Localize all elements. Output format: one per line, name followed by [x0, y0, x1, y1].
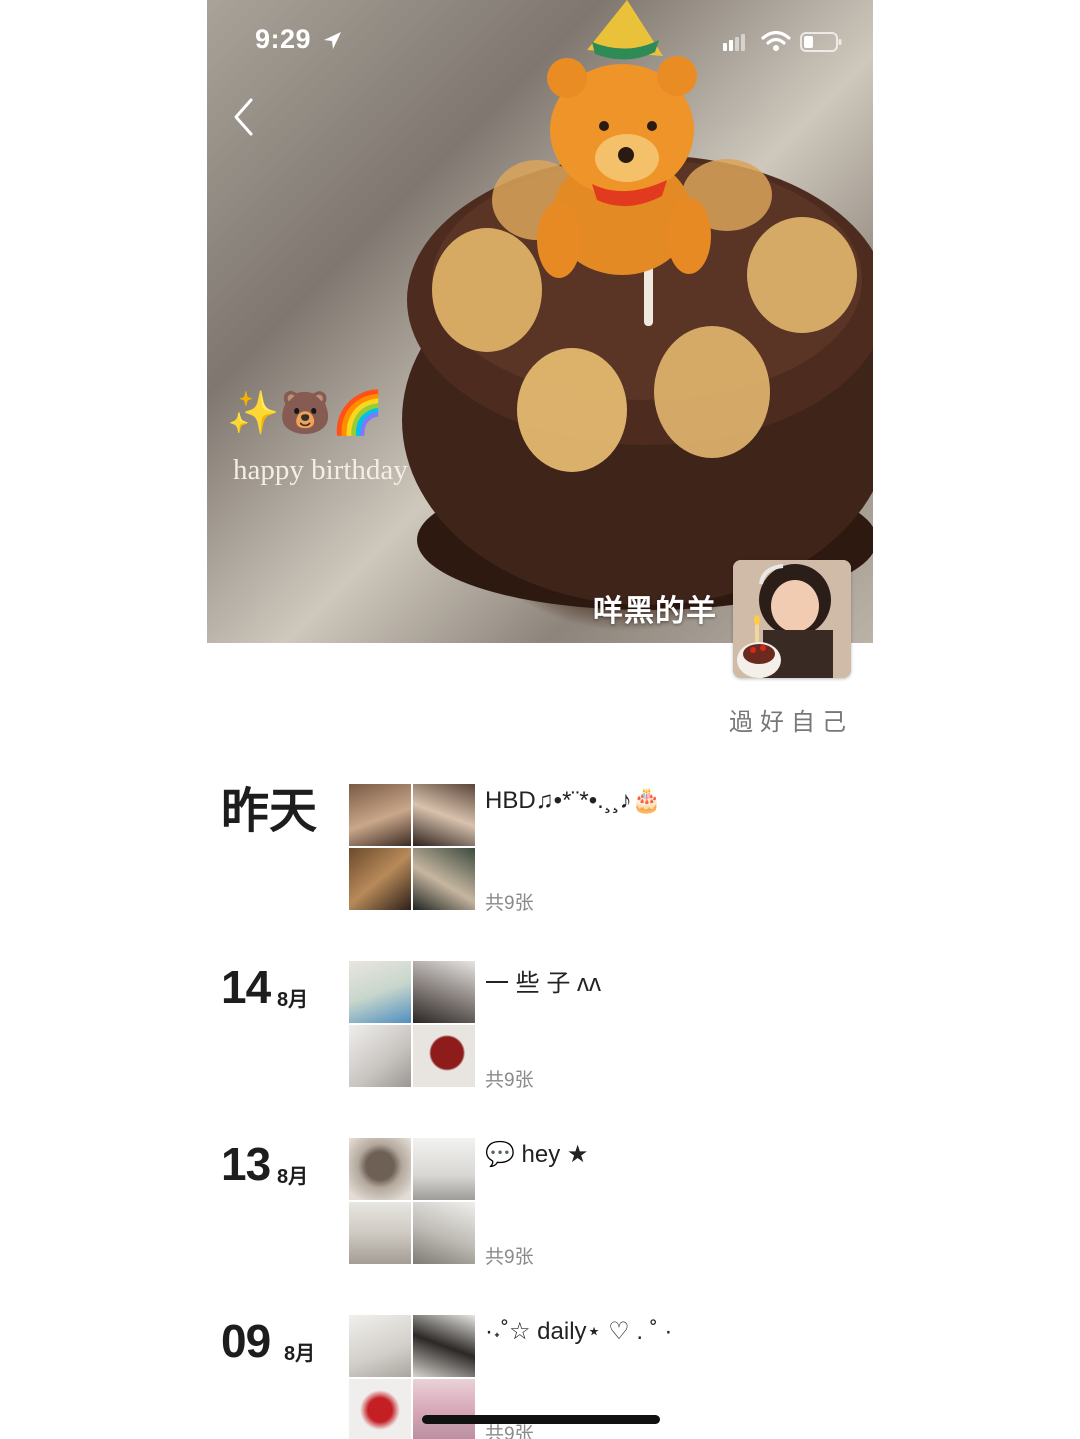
photo-thumbnail[interactable] — [413, 848, 475, 910]
photo-grid[interactable] — [349, 961, 477, 1089]
photo-thumbnail[interactable] — [413, 1379, 475, 1439]
back-chevron-icon[interactable] — [229, 96, 259, 138]
photo-grid[interactable] — [349, 1138, 477, 1266]
entry-day: 13 — [221, 1138, 271, 1190]
username[interactable]: 咩黑的羊 — [207, 586, 717, 630]
entry-month: 8月 — [277, 989, 309, 1011]
avatar[interactable] — [733, 560, 851, 678]
entry-day: 14 — [221, 961, 271, 1013]
entry-title: ·˖˚☆ daily⋆ ♡ . ˚ · — [485, 1318, 673, 1345]
entry-day: 09 — [221, 1315, 271, 1367]
photo-thumbnail[interactable] — [349, 848, 411, 910]
home-indicator[interactable] — [422, 1415, 660, 1424]
photo-thumbnail[interactable] — [349, 784, 411, 846]
photo-thumbnail[interactable] — [413, 1025, 475, 1087]
entry-month: 8月 — [277, 1166, 309, 1188]
photo-grid[interactable] — [349, 784, 477, 912]
entry-photo-count: 共9张 — [485, 1247, 534, 1268]
entry-date-label: 昨天 — [221, 785, 318, 838]
cover-emojis: ✨🐻🌈 — [227, 389, 384, 436]
photo-thumbnail[interactable] — [413, 784, 475, 846]
cellular-signal-icon — [723, 34, 745, 51]
photo-thumbnail[interactable] — [413, 1202, 475, 1264]
entry-photo-count: 共9张 — [485, 1070, 534, 1091]
entry-title: HBD♫•*¨*•.¸¸♪🎂 — [485, 787, 662, 814]
photo-thumbnail[interactable] — [349, 1025, 411, 1087]
cover-cake-image — [402, 0, 873, 610]
wifi-icon — [761, 30, 791, 51]
entry-title: 一 些 子 ʌʌ — [485, 970, 602, 997]
avatar-photo — [733, 560, 851, 678]
cover-photo[interactable]: 9:29 ✨🐻🌈 happy birthday 咩黑的羊 — [207, 0, 873, 643]
photo-thumbnail[interactable] — [349, 1202, 411, 1264]
photo-thumbnail[interactable] — [413, 1315, 475, 1377]
cover-caption: happy birthday — [233, 454, 408, 486]
photo-thumbnail[interactable] — [413, 961, 475, 1023]
phone-screen: 9:29 ✨🐻🌈 happy birthday 咩黑的羊 過好自己 昨天 HBD… — [207, 0, 873, 1439]
location-arrow-icon — [324, 32, 341, 49]
status-bar: 9:29 — [207, 0, 873, 80]
timeline-entry[interactable]: 昨天 HBD♫•*¨*•.¸¸♪🎂 共9张 — [207, 784, 873, 914]
battery-icon — [800, 32, 842, 52]
timeline-entry[interactable]: 13 8月 💬 hey ★ 共9张 — [207, 1138, 873, 1268]
entry-month: 8月 — [284, 1343, 316, 1365]
timeline-entry[interactable]: 14 8月 一 些 子 ʌʌ 共9张 — [207, 961, 873, 1091]
photo-thumbnail[interactable] — [349, 1315, 411, 1377]
photo-thumbnail[interactable] — [349, 1138, 411, 1200]
entry-title: 💬 hey ★ — [485, 1141, 589, 1168]
status-time: 9:29 — [255, 24, 312, 54]
photo-thumbnail[interactable] — [349, 1379, 411, 1439]
profile-signature: 過好自己 — [729, 709, 853, 736]
entry-photo-count: 共9张 — [485, 893, 534, 914]
photo-thumbnail[interactable] — [349, 961, 411, 1023]
photo-thumbnail[interactable] — [413, 1138, 475, 1200]
